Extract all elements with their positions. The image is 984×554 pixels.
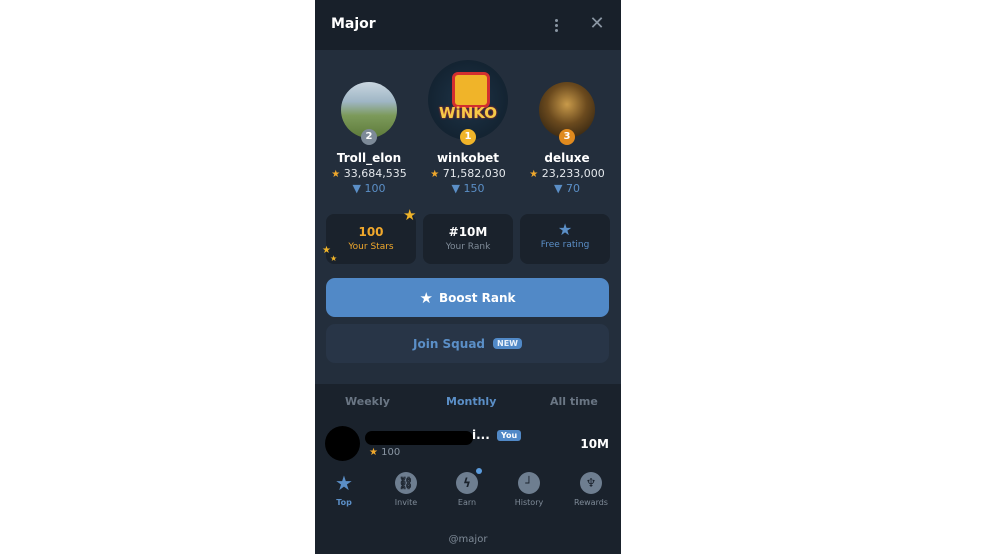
your-stars-label: Your Stars <box>348 242 394 252</box>
you-badge: You <box>497 430 522 441</box>
nav-earn[interactable]: ϟ Earn <box>442 468 492 507</box>
your-rank-value: #10M <box>448 225 488 239</box>
podium-item-2[interactable]: 2 Troll_elon ★ 33,684,535 ▼ 100 <box>319 82 419 195</box>
boost-rank-label: Boost Rank <box>438 290 516 305</box>
top-stars-icon: ★ <box>335 471 353 495</box>
player-stars: ★ 33,684,535 <box>331 167 407 180</box>
player-name: winkobet <box>436 151 500 165</box>
gem-icon: ▼ <box>451 182 460 195</box>
join-squad-button[interactable]: Join Squad NEW <box>326 324 609 363</box>
star-icon: ★ <box>330 254 338 263</box>
clock-icon: ┘ <box>518 472 540 494</box>
player-name: Troll_elon <box>336 151 402 165</box>
nav-invite[interactable]: ⛓ Invite <box>381 472 431 507</box>
star-icon: ★ <box>331 169 341 180</box>
free-rating-label: Free rating <box>540 240 590 250</box>
bot-handle: @major <box>448 534 488 545</box>
redacted-username <box>365 431 473 445</box>
your-rank-card[interactable]: #10M Your Rank <box>423 214 513 264</box>
player-gems: ▼ 100 <box>352 182 386 195</box>
player-stars: ★ 23,233,000 <box>529 167 605 180</box>
boost-rank-button[interactable]: ★ Boost Rank <box>326 278 609 317</box>
avatar <box>325 426 360 461</box>
new-badge: NEW <box>493 338 522 349</box>
tab-all-time[interactable]: All time <box>550 395 598 408</box>
rank-badge: 2 <box>361 129 377 145</box>
nav-rewards[interactable]: ♆ Rewards <box>566 472 616 507</box>
user-rank: 10M <box>580 437 609 451</box>
bottom-nav: ★ Top ⛓ Invite ϟ Earn ┘ History ♆ Reward… <box>315 468 621 518</box>
notification-dot <box>476 468 482 474</box>
mini-app-window: Major ✕ 2 Troll_elon ★ 33,684,535 ▼ 100 … <box>315 0 621 554</box>
tab-weekly[interactable]: Weekly <box>345 395 390 408</box>
player-gems: ▼ 150 <box>451 182 485 195</box>
avatar-logo-shape <box>452 72 490 108</box>
avatar-logo-text: WiNKO <box>439 104 497 122</box>
free-rating-card[interactable]: ★ Free rating <box>520 214 610 264</box>
podium-item-1[interactable]: WiNKO 1 winkobet ★ 71,582,030 ▼ 150 <box>418 60 518 195</box>
star-icon: ★ <box>557 220 573 239</box>
trophy-icon: ♆ <box>580 472 602 494</box>
star-icon: ★ <box>419 288 433 307</box>
nav-top[interactable]: ★ Top <box>319 472 369 507</box>
nav-history[interactable]: ┘ History <box>504 472 554 507</box>
header: Major ✕ <box>315 0 621 50</box>
current-user-row[interactable]: i... You ★ 100 10M <box>315 422 621 466</box>
period-tabs: Weekly Monthly All time <box>315 384 621 420</box>
gem-icon: ▼ <box>352 182 361 195</box>
player-stars: ★ 71,582,030 <box>430 167 506 180</box>
rank-badge: 3 <box>559 129 575 145</box>
avatar: WiNKO <box>428 60 508 140</box>
rank-badge: 1 <box>460 129 476 145</box>
your-rank-label: Your Rank <box>445 242 491 252</box>
username-tail: i... <box>472 428 490 442</box>
app-title: Major <box>331 16 376 32</box>
player-name: deluxe <box>544 151 590 165</box>
leaderboard-panel: 2 Troll_elon ★ 33,684,535 ▼ 100 WiNKO 1 … <box>315 50 621 384</box>
your-stars-value: 100 <box>358 225 384 239</box>
user-stars: ★ 100 <box>369 447 401 458</box>
tab-monthly[interactable]: Monthly <box>446 395 496 408</box>
join-squad-label: Join Squad <box>413 336 486 351</box>
link-icon: ⛓ <box>395 472 417 494</box>
star-icon: ★ <box>529 169 539 180</box>
podium-item-3[interactable]: 3 deluxe ★ 23,233,000 ▼ 70 <box>517 82 617 195</box>
star-icon: ★ <box>403 206 417 224</box>
more-vertical-icon[interactable] <box>549 14 563 36</box>
gem-icon: ▼ <box>554 182 563 195</box>
star-icon: ★ <box>430 169 440 180</box>
lightning-icon: ϟ <box>456 468 482 494</box>
player-gems: ▼ 70 <box>554 182 580 195</box>
star-icon: ★ <box>369 447 378 458</box>
close-icon[interactable]: ✕ <box>589 14 605 34</box>
